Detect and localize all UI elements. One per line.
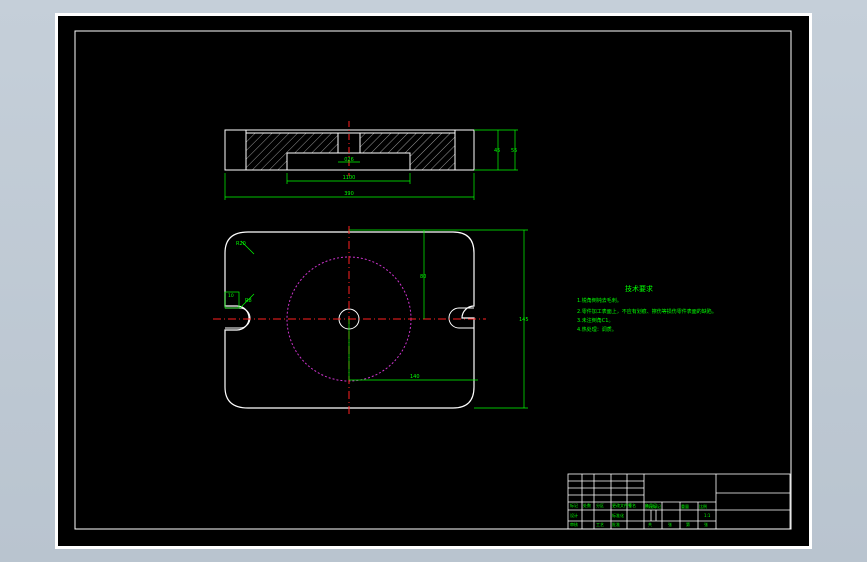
- notes-title: 技术要求: [625, 284, 653, 293]
- tb-label-13: 工艺: [596, 522, 604, 527]
- title-block-text: 标记 处数 分区 更改文件号 签名 年月日 设计 标准化 阶段标记 重量 比例 …: [570, 502, 711, 527]
- tb-label-16: 张: [668, 521, 672, 527]
- dim-length-total: 145: [519, 317, 529, 323]
- dim-center-to-edge: 140: [410, 374, 420, 380]
- note-line-4: 4.热处理：调质。: [577, 326, 617, 333]
- note-line-1: 1.锐角倒钝去毛刺。: [577, 297, 622, 304]
- tb-label-1: 标记: [570, 502, 578, 508]
- technical-notes: 技术要求 1.锐角倒钝去毛刺。 2.零件加工表面上，不应有划痕、擦伤等损伤零件表…: [577, 284, 717, 333]
- note-line-2: 2.零件加工表面上，不应有划痕、擦伤等损伤零件表面的缺陷。: [577, 308, 717, 315]
- tb-label-8: 标准化: [612, 512, 624, 518]
- tb-label-15: 共: [648, 521, 652, 527]
- dim-width-total: 390: [344, 191, 354, 197]
- tb-label-18: 张: [704, 521, 708, 527]
- tb-label-5: 签名: [628, 502, 636, 508]
- tb-label-9: 阶段标记: [645, 503, 661, 509]
- dim-slot-label: 10: [228, 293, 234, 299]
- dim-height-top: 45: [494, 148, 500, 154]
- tb-label-3: 分区: [596, 502, 604, 508]
- dim-center-offset: 80: [420, 274, 426, 280]
- drawing-border: [74, 30, 792, 530]
- title-block: [567, 473, 791, 530]
- tb-label-11: 比例: [699, 503, 707, 509]
- dim-inner-width: 1100: [343, 175, 356, 181]
- dim-height-total: 55: [511, 148, 517, 154]
- dim-slot-width: 026: [344, 157, 354, 163]
- section-view: 390 1100 026 45 55: [224, 121, 518, 200]
- tb-label-12: 审核: [570, 521, 578, 527]
- dim-radius-corner: R20: [236, 241, 246, 247]
- cad-canvas[interactable]: 390 1100 026 45 55 80 140 145 R20 10 R8 …: [58, 16, 809, 546]
- tb-label-10: 重量: [681, 503, 689, 509]
- tb-label-14: 批准: [612, 521, 620, 527]
- plan-view: 80 140 145 R20 10 R8: [213, 226, 529, 414]
- tb-label-2: 处数: [583, 502, 591, 508]
- tb-label-7: 设计: [570, 512, 578, 518]
- drawing-svg: 390 1100 026 45 55 80 140 145 R20 10 R8 …: [74, 30, 792, 530]
- dim-bolt-slot: R8: [245, 298, 252, 304]
- note-line-3: 3.未注倒角C1。: [577, 317, 613, 324]
- tb-scale-value: 1:1: [704, 513, 711, 518]
- tb-label-17: 第: [686, 521, 690, 527]
